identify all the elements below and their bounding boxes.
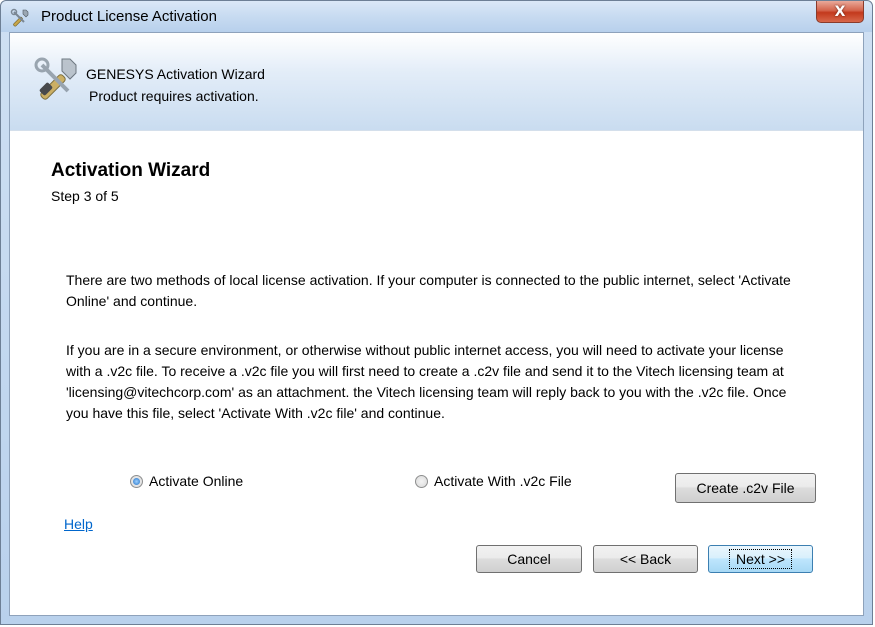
instructions-paragraph-2: If you are in a secure environment, or o… [66,342,787,421]
wizard-client-area: GENESYS Activation Wizard Product requir… [9,32,864,616]
wizard-banner: GENESYS Activation Wizard Product requir… [10,33,863,131]
activate-v2c-label[interactable]: Activate With .v2c File [434,473,572,489]
next-button[interactable]: Next >> [708,545,813,573]
step-indicator: Step 3 of 5 [51,188,119,204]
close-button[interactable]: X [816,1,864,23]
title-bar[interactable]: Product License Activation X [1,1,872,32]
tools-icon [10,8,29,27]
cancel-button[interactable]: Cancel [476,545,582,573]
banner-subtitle: Product requires activation. [89,88,259,104]
help-link[interactable]: Help [64,516,93,532]
activation-window: Product License Activation X GENESYS Act… [0,0,873,625]
activate-online-label[interactable]: Activate Online [149,473,243,489]
create-c2v-button[interactable]: Create .c2v File [675,473,816,503]
tools-icon [34,57,77,100]
next-button-label[interactable]: Next >> [728,549,793,569]
instructions-paragraph-1: There are two methods of local license a… [66,272,791,309]
back-button[interactable]: << Back [593,545,698,573]
radio-selected-icon[interactable] [130,474,143,488]
wizard-heading: Activation Wizard [51,160,211,181]
banner-title: GENESYS Activation Wizard [86,66,265,82]
activate-v2c-radio[interactable]: Activate With .v2c File [415,473,572,489]
activate-online-radio[interactable]: Activate Online [130,473,243,489]
radio-unselected-icon[interactable] [415,474,428,488]
window-title: Product License Activation [41,8,217,25]
